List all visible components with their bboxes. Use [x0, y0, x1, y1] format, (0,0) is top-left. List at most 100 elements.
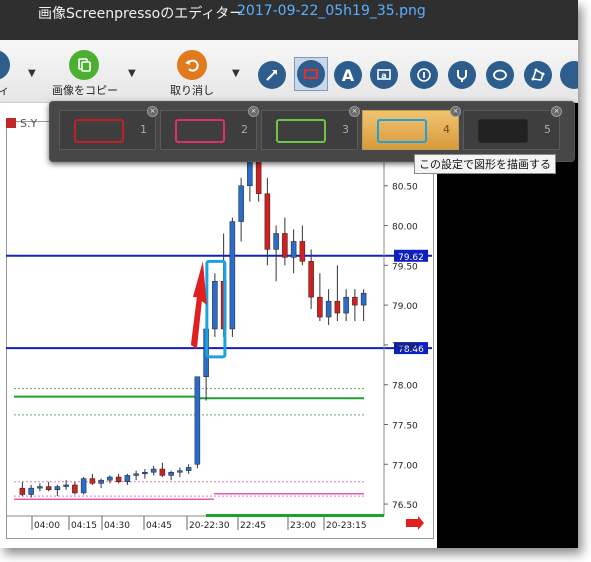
candle-body — [273, 233, 279, 250]
undo-label: 取り消し — [170, 84, 214, 97]
candle-body — [150, 468, 157, 473]
style-number-4: 4 — [443, 123, 450, 136]
price-tick-label: 80.50 — [392, 183, 418, 193]
candle-body — [360, 292, 367, 306]
session-bar — [206, 514, 384, 517]
delete-icon[interactable]: × — [147, 106, 158, 117]
time-tick-label: 20-22:30 — [189, 521, 230, 531]
candle-body — [334, 300, 341, 314]
price-chart[interactable]: 79.6278.4681.80.5080.0079.5079.0078.5078… — [6, 138, 432, 538]
svg-text:a: a — [381, 71, 386, 80]
candle-body — [37, 486, 43, 489]
editor-window: 画像Screenpressoのエディター - 2017-09-22_05h19_… — [0, 0, 578, 548]
level-label: 79.62 — [398, 253, 424, 263]
shape-style-popup: 1 × 2 × 3 × 4 × 5 × — [49, 101, 575, 162]
chevron-down-icon[interactable]: ▼ — [28, 68, 36, 79]
candle-body — [299, 241, 306, 262]
time-tick-label: 23:00 — [290, 521, 316, 531]
candle-body — [133, 473, 139, 476]
magnet-tool-icon[interactable] — [448, 61, 476, 89]
candle-body — [317, 296, 323, 318]
candle-body — [19, 487, 26, 495]
style-preview-1 — [74, 119, 124, 143]
price-tick-label: 79.50 — [392, 262, 418, 272]
chart-tab-icon — [6, 118, 16, 128]
candle-body — [352, 296, 358, 306]
app-title: 画像Screenpressoのエディター — [38, 6, 244, 22]
tooltip: この設定で図形を描画する — [414, 154, 556, 174]
time-tick-label: 04:30 — [104, 521, 130, 531]
file-name: 2017-09-22_05h19_35.png — [237, 3, 426, 19]
chevron-down-icon[interactable]: ▼ — [128, 68, 136, 79]
delete-icon[interactable]: × — [248, 106, 259, 117]
style-preview-2 — [175, 119, 225, 143]
candle-body — [159, 468, 166, 476]
candle-body — [177, 470, 183, 473]
undo-button[interactable]: 取り消し — [166, 50, 218, 98]
style-swatch-5[interactable]: 5 × — [463, 106, 562, 150]
style-swatch-1[interactable]: 1 × — [59, 106, 158, 150]
candle-body — [290, 241, 297, 258]
style-number-3: 3 — [342, 123, 349, 136]
candle-body — [63, 484, 69, 487]
arrow-tool-icon[interactable] — [258, 61, 286, 89]
number-tool-icon[interactable] — [410, 61, 438, 89]
price-tick-label: 79.00 — [392, 302, 418, 312]
style-preview-5 — [478, 119, 528, 143]
ellipse-tool-icon[interactable] — [486, 61, 514, 89]
candle-body — [194, 376, 201, 465]
candle-body — [185, 467, 192, 471]
candle-body — [80, 478, 87, 494]
copy-image-button[interactable]: 画像をコピー — [52, 50, 118, 98]
candle-body — [212, 280, 218, 330]
style-swatch-3[interactable]: 3 × — [261, 106, 360, 150]
style-number-5: 5 — [544, 123, 551, 136]
style-number-1: 1 — [140, 123, 147, 136]
candle-body — [325, 300, 332, 318]
candle-body — [168, 471, 174, 476]
copy-image-label: 画像をコピー — [52, 84, 118, 97]
price-tick-label: 76.50 — [392, 501, 418, 511]
time-tick-label: 04:15 — [71, 521, 97, 531]
callout-tool-icon[interactable]: a — [370, 61, 398, 89]
price-tick-label: 78.00 — [392, 382, 418, 392]
time-tick-label: 04:00 — [34, 521, 60, 531]
candle-body — [98, 479, 104, 484]
style-swatch-4[interactable]: 4 × — [362, 106, 461, 150]
candle-body — [72, 484, 78, 494]
time-tick-label: 20-23:15 — [326, 521, 367, 531]
price-tick-label: 77.00 — [392, 461, 418, 471]
style-preview-3 — [276, 119, 326, 143]
price-tick-label: 78.50 — [392, 342, 418, 352]
time-tick-label: 04:45 — [146, 521, 172, 531]
candle-body — [343, 296, 349, 314]
scroll-right-icon — [406, 516, 424, 530]
candle-body — [238, 185, 244, 222]
style-preview-4 — [377, 119, 427, 143]
chevron-down-icon[interactable]: ▼ — [232, 68, 240, 79]
price-tick-label: 80.00 — [392, 223, 418, 233]
polygon-tool-icon[interactable] — [524, 61, 552, 89]
text-tool-icon[interactable]: A — [334, 61, 362, 89]
style-number-2: 2 — [241, 123, 248, 136]
more-tool-icon[interactable] — [560, 61, 578, 89]
candle-body — [124, 475, 131, 483]
candle-body — [264, 193, 271, 250]
title-bar: 画像Screenpressoのエディター - 2017-09-22_05h19_… — [0, 0, 578, 40]
price-tick-label: 77.50 — [392, 421, 418, 431]
candle-body — [89, 478, 96, 484]
delete-icon[interactable]: × — [551, 106, 562, 117]
style-swatch-2[interactable]: 2 × — [160, 106, 259, 150]
candle-body — [28, 487, 34, 495]
screenshot-canvas: S.Y 79.6278.4681.80.5080.0079.5079.0078.… — [0, 103, 437, 548]
candle-body — [115, 476, 122, 483]
delete-icon[interactable]: × — [450, 106, 461, 117]
rectangle-tool-button[interactable] — [294, 57, 328, 91]
partial-button[interactable]: ィ — [0, 50, 10, 98]
rectangle-tool-icon — [297, 60, 325, 88]
partial-label: ィ — [0, 84, 10, 97]
delete-icon[interactable]: × — [349, 106, 360, 117]
candle-body — [282, 233, 288, 258]
candle-body — [142, 471, 148, 475]
candle-body — [107, 476, 113, 481]
